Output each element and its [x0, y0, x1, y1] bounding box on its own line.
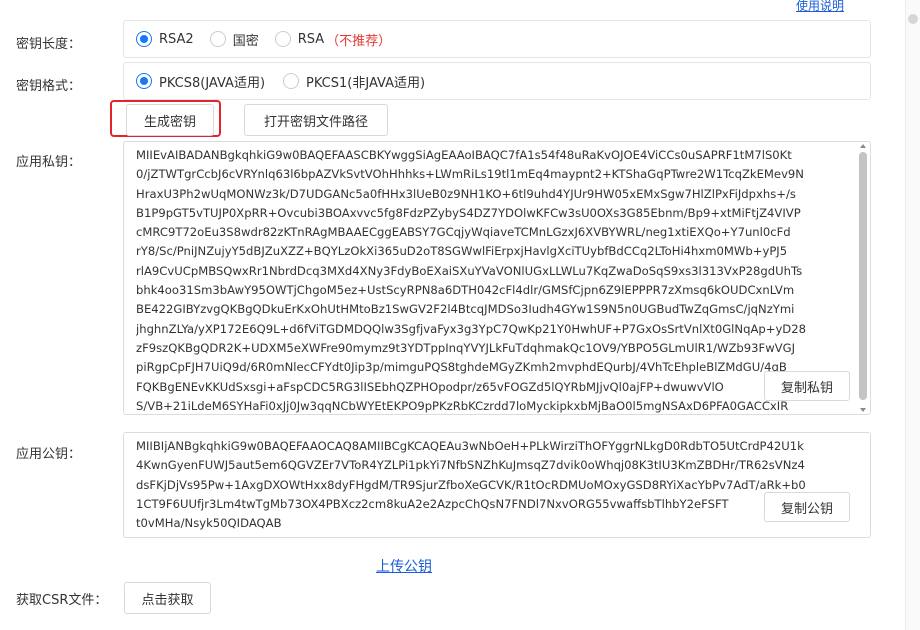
radio-rsa-label: RSA	[297, 31, 325, 47]
usage-instructions-link[interactable]: 使用说明	[796, 0, 844, 14]
page-scrollbar[interactable]	[905, 0, 920, 630]
page-scrollbar-thumb[interactable]	[908, 14, 918, 24]
private-key-line: BE422GIBYzvgQKBgQDkuErKxOhUtHMtoBz1SwGV2…	[136, 302, 795, 317]
key-length-label: 密钥长度：	[16, 37, 82, 52]
radio-guomi-label: 国密	[232, 33, 259, 49]
public-key-line: 4KwnGyenFUWJ5aut5em6QGVZEr7VToR4YZLPi1pk…	[136, 458, 805, 473]
radio-rsa2-indicator[interactable]	[136, 31, 152, 47]
open-key-path-button[interactable]: 打开密钥文件路径	[244, 104, 388, 136]
private-key-scrollbar[interactable]	[858, 144, 868, 412]
copy-public-key-button[interactable]: 复制公钥	[764, 492, 850, 522]
private-key-line: rlA9CvUCpMBSQwxRr1NbrdDcq3MXd4XNy3FdyBoE…	[136, 263, 803, 278]
key-length-radio-group: RSA2 国密 RSA （不推荐）	[123, 20, 871, 58]
public-key-line: 1CT9F6UUfjr3Lm4twTgMb73OX4PBXcz2cm8kuA2e…	[136, 496, 729, 511]
radio-rsa[interactable]: RSA （不推荐）	[274, 30, 392, 49]
get-csr-button[interactable]: 点击获取	[124, 582, 211, 614]
public-key-line: dsFKjDjVs95Pw+1AxgDXOWtHxx8dyFHgdM/TR9Sj…	[136, 477, 806, 492]
key-format-label: 密钥格式：	[16, 79, 82, 94]
radio-rsa2[interactable]: RSA2	[136, 31, 194, 47]
private-key-line: HraxU3Ph2wUqMONWz3k/D7UDGANc5a0fHHx3lUeB…	[136, 186, 796, 201]
radio-pkcs1-indicator[interactable]	[283, 73, 300, 89]
not-recommended-note: （不推荐）	[326, 33, 392, 49]
private-key-line: FQKBgENEvKKUdSxsgi+aFspCDC5RG3lISEbhQZPH…	[136, 379, 724, 394]
radio-pkcs8[interactable]: PKCS8(JAVA适用)	[136, 72, 265, 91]
private-key-textarea[interactable]: MIIEvAIBADANBgkqhkiG9w0BAQEFAASCBKYwggSi…	[123, 141, 871, 415]
private-key-line: 0/jZTWTgrCcbJ6cVRYnlq63l6bpAZVkSvtVOhHhh…	[136, 167, 804, 182]
public-key-label: 应用公钥：	[16, 447, 82, 462]
public-key-line: t0vMHa/Nsyk50QIDAQAB	[136, 516, 282, 531]
copy-private-key-button[interactable]: 复制私钥	[764, 371, 850, 401]
private-key-line: B1P9pGT5vTUJP0XpRR+Ovcubi3BOAxvvc5fg8Fdz…	[136, 205, 801, 220]
private-key-line: bhk4oo31Sm3bAwY95OWTjChgoM5ez+UstScyRPN8…	[136, 283, 795, 298]
radio-pkcs1[interactable]: PKCS1(非JAVA适用)	[283, 72, 425, 91]
scroll-down-arrow-icon[interactable]	[860, 408, 866, 412]
private-key-line: cMRC9T72oEu3S8wdr82zKTnRAgMBAAECggEABSY7…	[136, 225, 791, 240]
radio-pkcs1-label: PKCS1(非JAVA适用)	[306, 75, 426, 91]
public-key-content: MIIBIjANBgkqhkiG9w0BAQEFAAOCAQ8AMIIBCgKC…	[124, 433, 870, 533]
private-key-line: piRgpCpFJH7UiQ9d/6R0mNlecCFYdt0Jip3p/mim…	[136, 360, 787, 375]
radio-rsa-indicator[interactable]	[274, 31, 291, 47]
public-key-line: MIIBIjANBgkqhkiG9w0BAQEFAAOCAQ8AMIIBCgKC…	[136, 439, 804, 453]
radio-guomi[interactable]: 国密	[209, 30, 259, 49]
public-key-textarea[interactable]: MIIBIjANBgkqhkiG9w0BAQEFAAOCAQ8AMIIBCgKC…	[123, 432, 871, 538]
private-key-line: jhghnZLYa/yXP172E6Q9L+d6fViTGDMDQQlw3Sgf…	[136, 321, 806, 336]
radio-pkcs8-indicator[interactable]	[136, 73, 152, 89]
radio-rsa2-label: RSA2	[159, 31, 194, 47]
radio-guomi-indicator[interactable]	[209, 31, 226, 47]
private-key-scroll-thumb[interactable]	[859, 152, 867, 400]
csr-label: 获取CSR文件：	[16, 593, 108, 608]
key-format-radio-group: PKCS8(JAVA适用) PKCS1(非JAVA适用)	[123, 62, 871, 100]
radio-pkcs8-label: PKCS8(JAVA适用)	[159, 75, 266, 91]
private-key-line: zF9szQKBgQDR2K+UDXM5eXWFre90mymz9t3YDTpp…	[136, 340, 796, 355]
private-key-line: S/VB+21iLdeM6SYHaFi0xJj0Jw3qqNCbWYEtEKPO…	[136, 398, 789, 413]
scroll-up-arrow-icon[interactable]	[860, 144, 866, 148]
private-key-content: MIIEvAIBADANBgkqhkiG9w0BAQEFAASCBKYwggSi…	[124, 142, 870, 414]
private-key-line: MIIEvAIBADANBgkqhkiG9w0BAQEFAASCBKYwggSi…	[136, 148, 792, 162]
upload-public-key-link[interactable]: 上传公钥	[376, 556, 432, 576]
private-key-line: rY8/Sc/PniJNZujyY5dBJZuXZZ+BQYLzOkXi365u…	[136, 244, 788, 259]
generate-key-button[interactable]: 生成密钥	[126, 104, 214, 136]
private-key-label: 应用私钥：	[16, 155, 82, 170]
